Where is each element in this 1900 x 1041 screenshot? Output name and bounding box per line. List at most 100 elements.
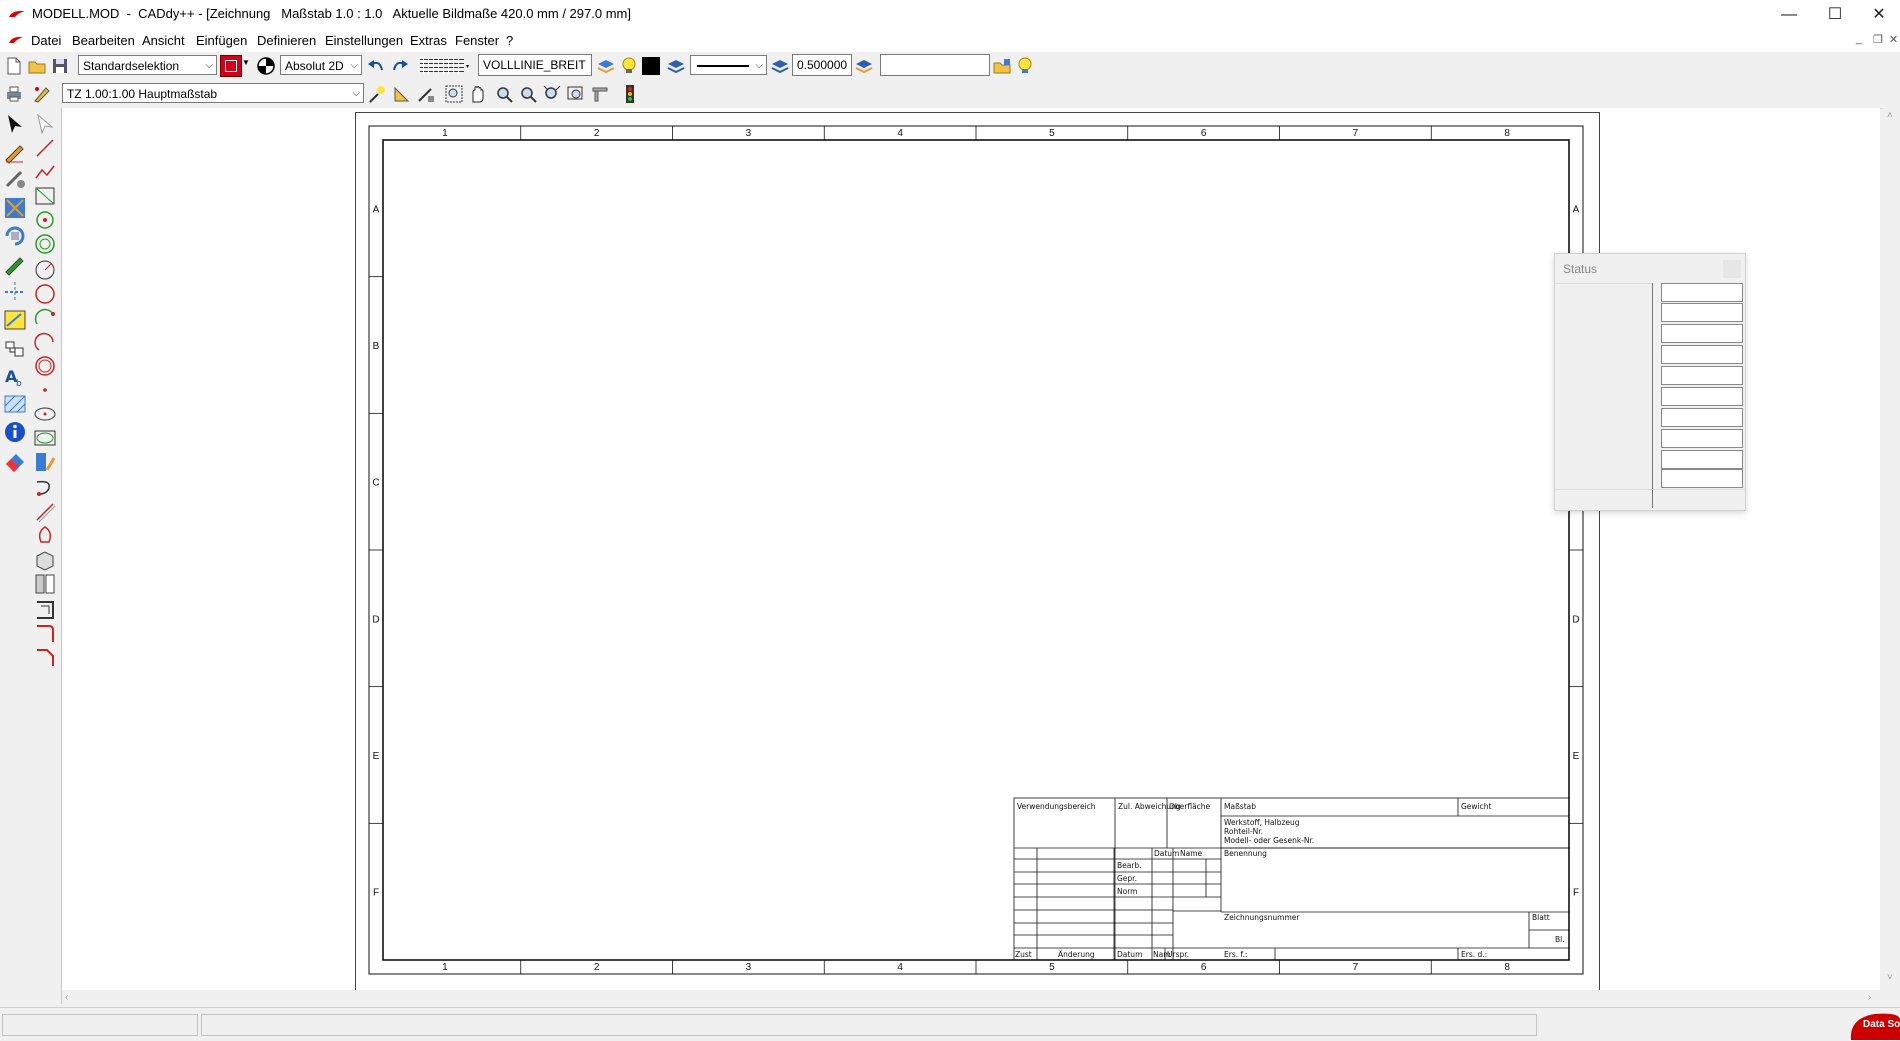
circle-tool-icon[interactable] [33,282,57,306]
menu-extras[interactable]: Extras [410,33,447,48]
color-layer-icon[interactable] [666,56,686,76]
info-icon[interactable] [3,420,27,444]
open-folder-icon[interactable] [27,56,47,76]
edit-pencil-icon[interactable] [3,252,27,276]
zoom-previous-icon[interactable] [566,84,586,104]
mdi-restore-button[interactable]: ❐ [1873,33,1883,46]
scroll-left-icon[interactable]: ‹ [65,992,68,1003]
new-file-icon[interactable] [4,56,24,76]
close-button[interactable]: ✕ [1856,0,1900,30]
parallel-line-icon[interactable] [33,500,57,524]
scroll-up-icon[interactable]: ˄ [1887,110,1893,121]
tb-name: Name [1180,849,1203,858]
zoom-in-icon[interactable] [494,84,514,104]
zoom-all-icon[interactable] [542,84,562,104]
zoom-window-icon[interactable] [444,84,464,104]
ellipse-frame-icon[interactable] [33,426,57,450]
pen-field[interactable] [880,54,990,76]
zoom-out-icon[interactable] [518,84,538,104]
menu-bearbeiten[interactable]: Bearbeiten [72,33,135,48]
circle-center-icon[interactable] [33,208,57,232]
triangle-ruler-icon[interactable] [392,84,412,104]
fillet-tool-icon[interactable] [33,622,57,646]
visibility-bulb-icon[interactable] [1014,56,1034,76]
construction-icon[interactable] [3,196,27,220]
menu-einstellungen[interactable]: Einstellungen [325,33,403,48]
chamfer-tool-icon[interactable] [33,646,57,670]
layer-stack-icon[interactable] [596,56,616,76]
arc-tool-icon[interactable] [33,306,57,330]
minimize-button[interactable]: — [1766,0,1812,30]
mdi-minimize-button[interactable]: _ [1856,33,1862,45]
scroll-right-icon[interactable]: › [1868,992,1871,1003]
circle-double-icon[interactable] [33,354,57,378]
snap-target-icon[interactable] [256,56,276,76]
redo-icon[interactable] [390,56,410,76]
maximize-button[interactable]: ☐ [1812,0,1858,30]
traffic-light-icon[interactable] [620,84,640,104]
select-arrow-gray-icon[interactable] [33,112,57,136]
mdi-close-button[interactable]: ✕ [1889,33,1898,46]
column-label-bottom: 4 [897,962,903,973]
vertical-scrollbar[interactable]: ˄ ˅ [1883,108,1900,990]
eraser-icon[interactable] [3,448,27,472]
color-swatch[interactable] [642,57,660,75]
crosshair-tool-icon[interactable] [416,84,436,104]
view-toolbar: TZ 1.00:1.00 Hauptmaßstab ⌵ [0,80,1900,109]
print-icon[interactable] [4,84,24,104]
menu-datei[interactable]: Datei [31,33,61,48]
save-icon[interactable] [50,56,70,76]
width-layer-icon[interactable] [854,56,874,76]
line-width-field[interactable]: 0.500000 [792,54,852,76]
grid-icon[interactable] [418,56,470,76]
pen-settings-icon[interactable] [32,84,52,104]
status-close-button[interactable] [1723,260,1741,278]
circle-radius-icon[interactable] [33,258,57,282]
line-tool-icon[interactable] [33,136,57,160]
transform-icon[interactable] [3,224,27,248]
select-arrow-icon[interactable] [3,112,27,136]
draw-pen-icon[interactable] [3,140,27,164]
menu-fenster[interactable]: Fenster [455,33,499,48]
menu-ansicht[interactable]: Ansicht [142,33,185,48]
ellipse-tool-icon[interactable] [33,402,57,426]
polyline-tool-icon[interactable] [33,160,57,184]
text-tool-icon[interactable]: Ab [3,364,27,388]
status-window[interactable]: Status [1554,253,1746,511]
spline-tool-icon[interactable] [33,476,57,500]
pan-hand-icon[interactable] [468,84,488,104]
dropdown-arrow-icon[interactable]: ▼ [242,58,250,67]
rectangle-tool-icon[interactable] [33,184,57,208]
linetype-select[interactable]: ⌵ [690,55,767,75]
redraw-icon[interactable] [590,84,610,104]
box-3d-icon[interactable] [33,548,57,572]
coord-mode-select[interactable]: Absolut 2D ⌵ [280,55,362,75]
menu-einfuegen[interactable]: Einfügen [196,33,247,48]
dimension-tool-icon[interactable] [3,308,27,332]
select-frame-icon[interactable] [220,55,242,77]
selection-mode-select[interactable]: Standardselektion ⌵ [78,55,217,75]
layer-name-field[interactable]: VOLLLINIE_BREIT [478,54,592,76]
view-scale-select[interactable]: TZ 1.00:1.00 Hauptmaßstab ⌵ [62,83,364,103]
scroll-down-icon[interactable]: ˅ [1887,972,1893,983]
hatch-tool-icon[interactable] [3,392,27,416]
sheet-view-icon[interactable] [33,572,57,596]
point-tool-icon[interactable] [33,378,57,402]
circle-concentric-icon[interactable] [33,232,57,256]
frame-tool-icon[interactable] [33,598,57,622]
fill-tool-icon[interactable] [33,450,57,474]
dimension-icon[interactable] [3,280,27,304]
horizontal-scrollbar[interactable]: ‹ › [62,990,1880,1007]
measure-icon[interactable] [368,84,388,104]
symbol-tool-icon[interactable] [3,336,27,360]
contour-tool-icon[interactable] [33,524,57,548]
menu-definieren[interactable]: Definieren [257,33,316,48]
arc-3point-icon[interactable] [33,330,57,354]
layer-bulb-icon[interactable] [618,56,638,76]
linetype-layer-icon[interactable] [770,56,790,76]
layer-folder-icon[interactable] [992,56,1012,76]
menu-help[interactable]: ? [506,33,513,48]
modify-tools-icon[interactable] [3,168,27,192]
undo-icon[interactable] [366,56,386,76]
tb-modell: Modell- oder Gesenk-Nr. [1224,836,1314,845]
